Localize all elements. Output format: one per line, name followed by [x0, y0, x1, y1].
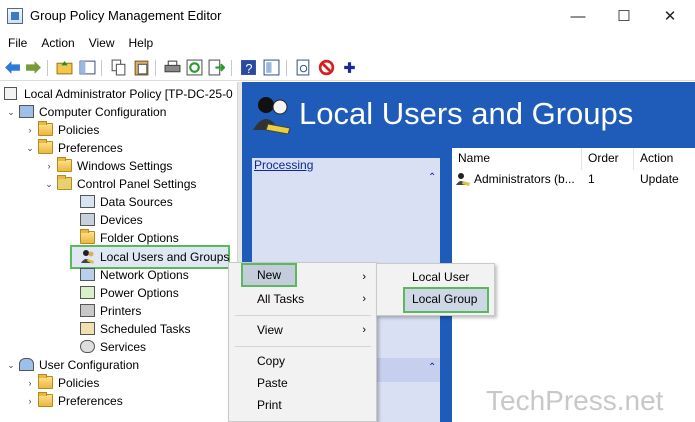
submenu-arrow-icon: ›	[362, 293, 366, 305]
devices-icon	[80, 213, 95, 226]
collapse-chevron-icon[interactable]: ⌄	[6, 356, 16, 374]
window: Group Policy Management Editor — ☐ ✕ Fil…	[0, 0, 695, 422]
back-arrow-icon[interactable]	[4, 59, 21, 76]
app-icon	[7, 8, 23, 24]
folder-options-icon	[80, 229, 95, 244]
expand-chevron-icon[interactable]: ›	[25, 374, 35, 392]
refresh-icon[interactable]	[186, 59, 203, 76]
disable-icon[interactable]	[318, 59, 335, 76]
title-bar: Group Policy Management Editor — ☐ ✕	[0, 0, 695, 32]
menu-item-view[interactable]: View ›	[229, 319, 376, 341]
show-hide-tree-icon[interactable]	[79, 59, 96, 76]
submenu-arrow-icon: ›	[362, 324, 366, 336]
maximize-button[interactable]: ☐	[601, 2, 647, 30]
folder-icon	[38, 121, 53, 136]
new-highlight: New	[241, 263, 297, 287]
scheduled-tasks-icon	[80, 322, 95, 335]
collapse-up-icon[interactable]: ⌃	[428, 362, 436, 373]
folder-icon	[38, 374, 53, 389]
window-title: Group Policy Management Editor	[30, 8, 222, 23]
services-gear-icon	[80, 340, 95, 353]
menu-item-new-label: New	[257, 268, 282, 282]
folder-icon	[57, 157, 72, 172]
menu-item-copy[interactable]: Copy	[229, 350, 376, 372]
row-name: Administrators (b...	[474, 172, 575, 186]
users-icon	[81, 250, 94, 264]
menu-item-paste[interactable]: Paste	[229, 372, 376, 394]
collapse-chevron-icon[interactable]: ⌄	[44, 175, 54, 193]
menu-item-print[interactable]: Print	[229, 394, 376, 416]
copy-icon[interactable]	[110, 59, 127, 76]
watermark: TechPress.net	[486, 385, 664, 416]
power-icon	[80, 286, 95, 299]
computer-icon	[19, 105, 34, 118]
folder-icon	[38, 139, 53, 154]
minimize-button[interactable]: —	[555, 2, 601, 30]
policy-doc-icon	[4, 87, 17, 100]
printer-icon	[80, 304, 95, 317]
export-list-icon[interactable]	[208, 59, 225, 76]
properties-icon[interactable]	[263, 59, 280, 76]
collapse-up-icon[interactable]: ⌃	[428, 172, 436, 183]
help-icon[interactable]: ?	[240, 59, 257, 76]
collapse-chevron-icon[interactable]: ⌄	[6, 103, 16, 121]
menu-item-local-user[interactable]: Local User	[412, 266, 469, 288]
new-item-icon[interactable]	[295, 59, 312, 76]
menu-item-all-tasks[interactable]: All Tasks ›	[229, 288, 376, 310]
menu-item-local-group[interactable]: Local Group	[412, 292, 477, 306]
forward-arrow-icon[interactable]	[25, 59, 42, 76]
network-icon	[80, 268, 95, 281]
local-group-highlight: Local Group	[403, 287, 489, 313]
menu-help[interactable]: Help	[122, 33, 161, 53]
add-icon[interactable]	[341, 59, 358, 76]
menu-action[interactable]: Action	[34, 33, 81, 53]
console-tree: Local Administrator Policy [TP-DC-25-0 ⌄…	[0, 82, 237, 422]
print-icon[interactable]	[164, 59, 181, 76]
column-order[interactable]: Order	[582, 148, 634, 170]
users-banner-icon	[250, 94, 296, 134]
expand-chevron-icon[interactable]: ›	[25, 392, 35, 410]
group-icon	[456, 173, 470, 186]
folder-icon	[38, 392, 53, 407]
row-action: Update	[640, 172, 679, 186]
menu-file[interactable]: File	[0, 33, 34, 53]
menu-view[interactable]: View	[82, 33, 122, 53]
column-action[interactable]: Action	[634, 148, 695, 170]
menu-bar: File Action View Help	[0, 33, 160, 53]
expand-chevron-icon[interactable]: ›	[44, 157, 54, 175]
processing-link[interactable]: Processing	[254, 158, 313, 172]
expand-chevron-icon[interactable]: ›	[25, 121, 35, 139]
control-panel-icon	[57, 175, 72, 190]
user-icon	[19, 358, 34, 371]
column-name[interactable]: Name	[452, 148, 582, 170]
row-order: 1	[588, 172, 595, 186]
toolbar: ?	[0, 55, 695, 81]
up-folder-icon[interactable]	[56, 59, 73, 76]
banner-title: Local Users and Groups	[299, 96, 634, 131]
svg-text:?: ?	[245, 61, 252, 76]
collapse-chevron-icon[interactable]: ⌄	[25, 139, 35, 157]
data-sources-icon	[80, 195, 95, 208]
paste-icon[interactable]	[133, 59, 150, 76]
close-button[interactable]: ✕	[647, 2, 693, 30]
submenu-arrow-icon: ›	[362, 271, 366, 283]
